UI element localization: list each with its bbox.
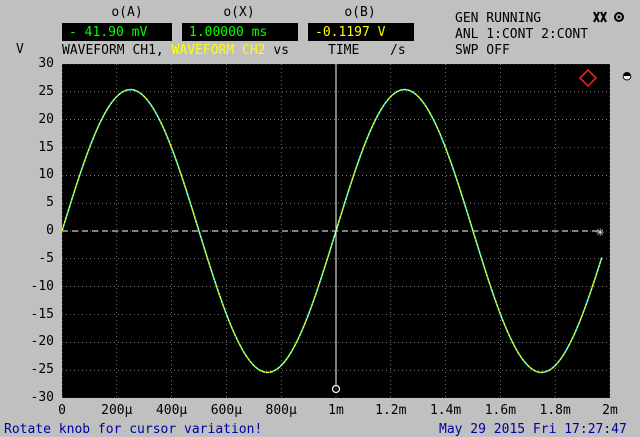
per-second-label: /s — [390, 43, 406, 58]
cursor-x-readout[interactable]: 1.00000 ms — [182, 23, 298, 41]
x-tick-label: 2m — [602, 403, 618, 418]
waveform-vs: vs — [265, 43, 289, 58]
footer-hint: Rotate knob for cursor variation! — [4, 422, 263, 437]
plot-area[interactable]: ✳ — [61, 63, 611, 399]
y-tick-label: 10 — [38, 167, 54, 183]
cursor-x-label: o(X) — [223, 5, 255, 20]
waveform-ch1-label: WAVEFORM CH1, — [62, 43, 172, 58]
status-analyzer: ANL 1:CONT 2:CONT — [455, 27, 589, 42]
footer-datetime: May 29 2015 Fri 17:27:47 — [439, 422, 627, 437]
gear-icon[interactable] — [612, 9, 626, 23]
trigger-marker-icon — [578, 68, 598, 88]
cursor-a-label: o(A) — [111, 5, 143, 20]
x-tick-label: 800µ — [265, 403, 297, 418]
x-tick-label: 0 — [58, 403, 66, 418]
scroll-handle-icon[interactable] — [622, 66, 632, 81]
y-tick-label: -5 — [38, 250, 54, 266]
x-tick-label: 400µ — [155, 403, 188, 418]
y-tick-label: 25 — [38, 83, 54, 99]
status-sweep: SWP OFF — [455, 43, 510, 58]
y-axis-unit: V — [16, 42, 24, 57]
y-tick-label: -20 — [30, 334, 54, 350]
x-tick-label: 1.4m — [429, 403, 462, 418]
x-tick-label: 1m — [328, 403, 344, 418]
status-generator: GEN RUNNING — [455, 11, 542, 26]
waveform-ch2-label: WAVEFORM CH2 — [171, 43, 266, 58]
x-tick-label: 600µ — [210, 403, 243, 418]
x-tick-label: 1.6m — [484, 403, 517, 418]
cursor-a-readout[interactable]: - 41.90 mV — [62, 23, 172, 41]
y-tick-label: 15 — [38, 139, 54, 155]
time-label: TIME — [328, 43, 360, 58]
x-tick-label: 200µ — [101, 403, 133, 418]
x-tick-label: 1.2m — [375, 403, 407, 418]
y-tick-label: -10 — [30, 278, 54, 294]
cursor-b-label: o(B) — [344, 5, 376, 20]
y-tick-label: 5 — [46, 195, 54, 211]
y-tick-label: 0 — [46, 223, 54, 238]
y-tick-label: 30 — [38, 56, 54, 71]
waveform-label: WAVEFORM CH1, WAVEFORM CH2 vs — [62, 43, 289, 58]
x-tick-label: 1.8m — [539, 403, 571, 418]
y-tick-label: -25 — [30, 362, 54, 378]
waveform-chart: ✳ — [61, 63, 611, 399]
cursor-b-readout[interactable]: -0.1197 V — [308, 23, 414, 41]
record-icon[interactable] — [592, 9, 608, 23]
y-tick-label: -15 — [30, 306, 54, 322]
y-tick-label: 20 — [38, 111, 54, 127]
zero-level-marker: ✳ — [596, 224, 605, 240]
